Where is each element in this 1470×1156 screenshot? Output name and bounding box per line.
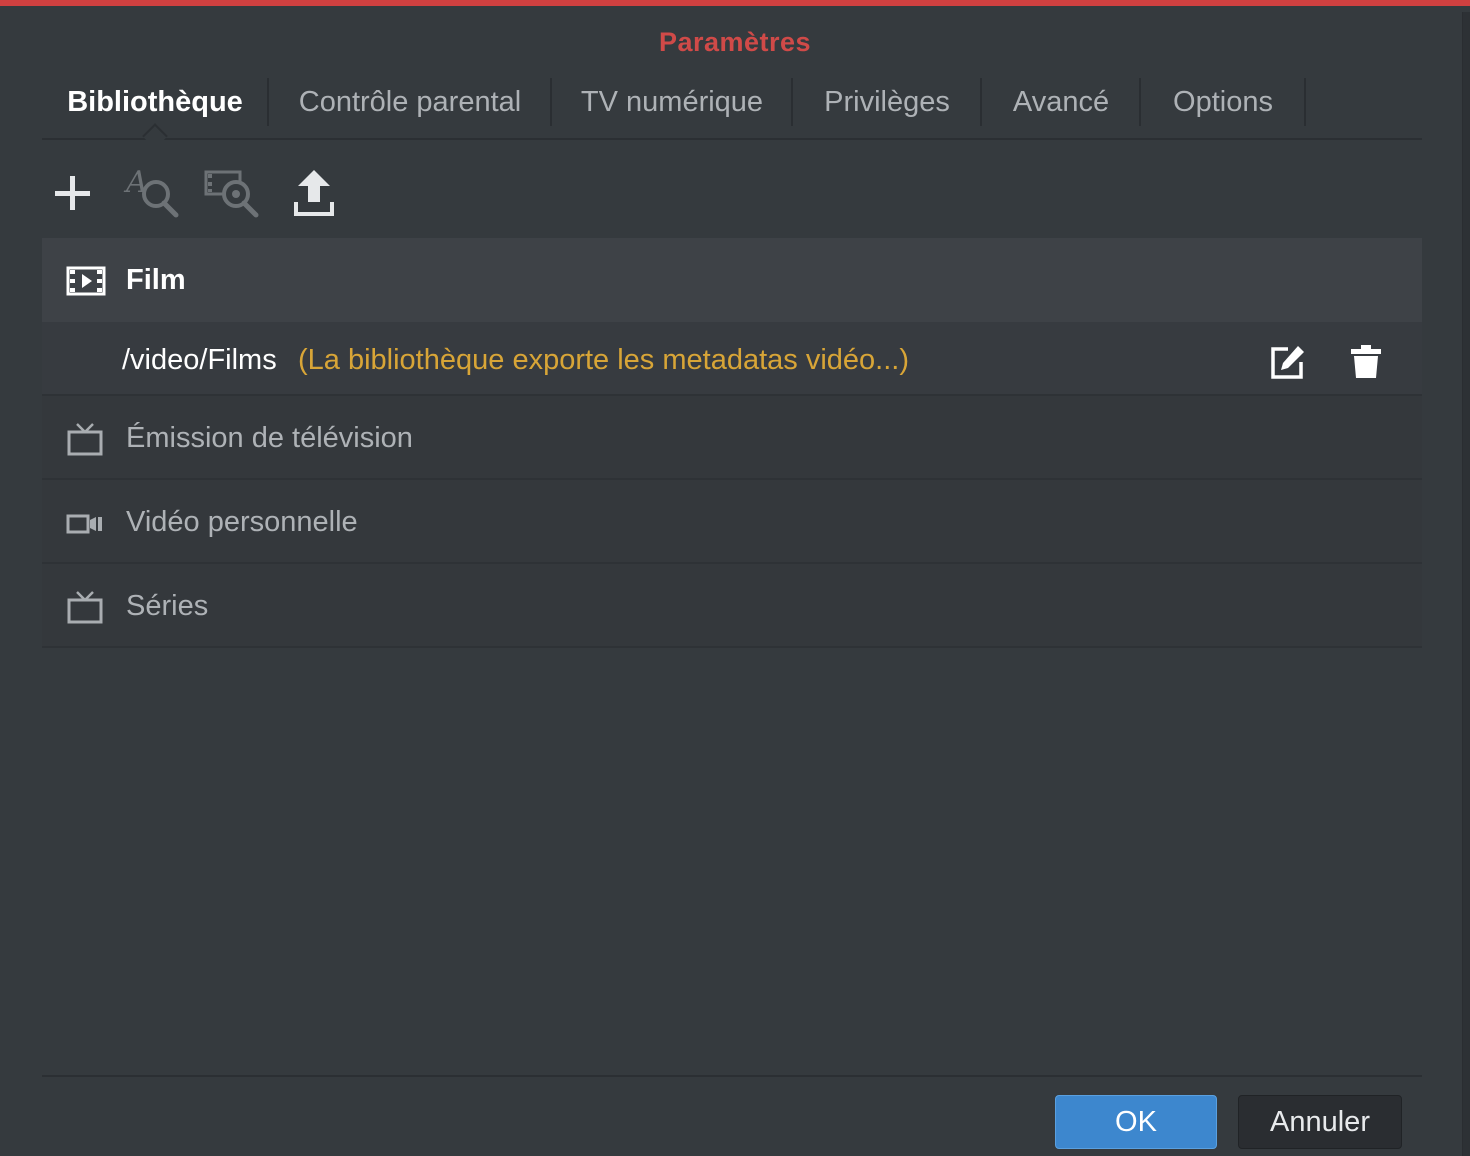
video-search-button[interactable]	[202, 164, 262, 224]
upload-button[interactable]	[284, 164, 344, 224]
library-folder-row[interactable]: /video/Films (La bibliothèque exporte le…	[42, 322, 1422, 396]
library-group-label: Séries	[126, 590, 209, 622]
ok-button[interactable]: OK	[1055, 1095, 1217, 1149]
cancel-button[interactable]: Annuler	[1238, 1095, 1402, 1149]
tab-controle-parental[interactable]: Contrôle parental	[269, 78, 551, 126]
library-toolbar: A	[42, 164, 362, 224]
tab-tv-numerique[interactable]: TV numérique	[552, 78, 792, 126]
library-group-label: Émission de télévision	[126, 422, 413, 454]
tv-icon	[67, 423, 103, 456]
library-group-tv-shows[interactable]: Émission de télévision	[42, 396, 1422, 480]
upload-icon	[294, 170, 334, 216]
edit-icon	[1271, 346, 1304, 379]
tv-icon	[67, 591, 103, 624]
film-icon	[66, 266, 106, 296]
text-search-icon: A	[123, 165, 179, 218]
video-search-icon	[204, 170, 259, 218]
footer-divider	[42, 1075, 1422, 1077]
delete-folder-button[interactable]	[1346, 342, 1386, 382]
tab-bar: Bibliothèque Contrôle parental TV numéri…	[42, 78, 1422, 149]
active-tab-indicator	[142, 123, 168, 149]
tab-avance[interactable]: Avancé	[982, 78, 1140, 126]
library-group-film[interactable]: Film	[42, 238, 1422, 322]
add-library-button[interactable]	[42, 164, 102, 224]
settings-dialog: Paramètres Bibliothèque Contrôle parenta…	[0, 0, 1470, 1156]
trash-icon	[1351, 345, 1381, 378]
dialog-title: Paramètres	[658, 27, 812, 57]
dialog-edge	[1462, 12, 1470, 1156]
library-list: Film /video/Films (La bibliothèque expor…	[42, 238, 1422, 648]
library-group-label: Vidéo personnelle	[126, 506, 358, 538]
library-group-series[interactable]: Séries	[42, 564, 1422, 648]
tab-options[interactable]: Options	[1141, 78, 1305, 126]
library-group-home-video[interactable]: Vidéo personnelle	[42, 480, 1422, 564]
camcorder-icon	[66, 514, 102, 534]
library-group-label: Film	[126, 264, 186, 296]
tab-bibliotheque[interactable]: Bibliothèque	[42, 78, 268, 126]
library-folder-status: (La bibliothèque exporte les metadatas v…	[298, 344, 909, 376]
edit-folder-button[interactable]	[1268, 342, 1308, 382]
tab-separator	[1304, 78, 1306, 126]
tab-privileges[interactable]: Privilèges	[793, 78, 981, 126]
text-search-button[interactable]: A	[122, 164, 182, 224]
library-folder-path: /video/Films	[122, 344, 277, 376]
plus-icon	[55, 176, 90, 210]
